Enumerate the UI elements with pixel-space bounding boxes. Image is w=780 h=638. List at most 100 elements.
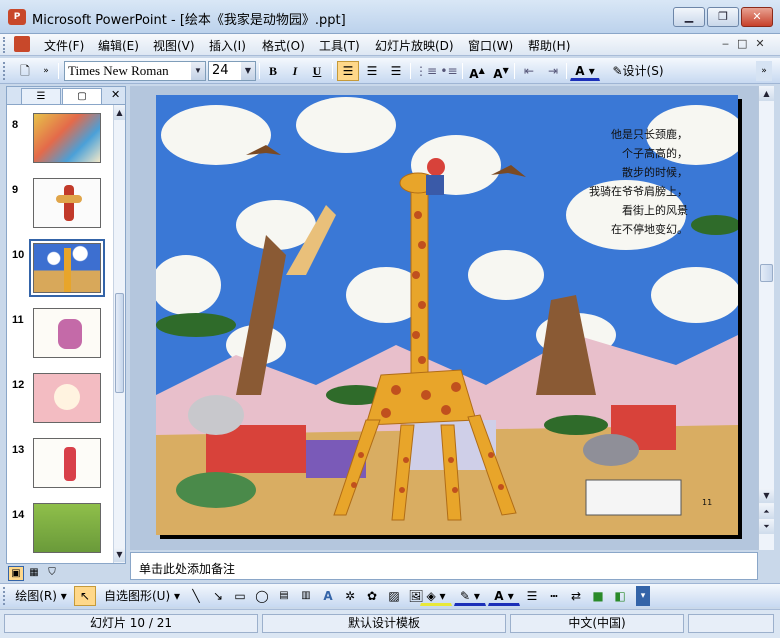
arrow-icon[interactable]: ↘ [208,586,228,606]
slide-scrollbar[interactable]: ▲ ▼ ⏶ ⏷ [758,86,774,550]
fill-color-icon[interactable]: ◈ ▾ [420,586,452,606]
chevron-down-icon[interactable]: ▼ [241,62,255,80]
toolbar-overflow-chevron-icon[interactable]: » [756,61,772,81]
notes-pane[interactable]: 单击此处添加备注 [130,552,758,580]
wordart-icon[interactable]: A [318,586,338,606]
drawing-toolbar: 绘图(R) ▾ ↖ 自选图形(U) ▾ ╲ ↘ ▭ ◯ ▤ ▥ A ✲ ✿ ▨ … [0,583,780,607]
shadow-style-icon[interactable]: ■ [588,586,608,606]
scroll-up-icon[interactable]: ▲ [114,105,125,120]
font-color-icon[interactable]: A ▾ [570,61,600,81]
diagram-icon[interactable]: ✲ [340,586,360,606]
decrease-font-icon[interactable]: A▼ [490,61,512,81]
slide-number: 8 [12,119,19,131]
slide-preview-image [33,438,101,488]
font-color-icon[interactable]: A ▾ [488,586,520,606]
slide-sorter-view-icon[interactable]: ▦ [26,566,42,581]
separator [332,63,333,79]
menu-insert[interactable]: 插入(I) [209,37,246,54]
current-slide[interactable]: 他是只长颈鹿， 个子高高的， 散步的时候， 我骑在爷爷肩膀上， 看街上的风景 在… [156,95,738,535]
slide-number: 12 [12,379,25,391]
scroll-up-icon[interactable]: ▲ [759,86,774,101]
scroll-thumb[interactable] [115,293,124,393]
previous-slide-icon[interactable]: ⏶ [759,504,774,519]
toolbar-grip[interactable] [3,62,6,80]
slideshow-view-icon[interactable]: ⛉ [44,566,60,581]
slide-preview-image [33,178,101,228]
font-size-value: 24 [212,63,229,78]
underline-button[interactable]: U [307,61,327,81]
bulleted-list-icon[interactable]: •≡ [438,61,460,81]
powerpoint-app-icon[interactable]: P [8,9,26,25]
select-pointer-icon[interactable]: ↖ [74,586,96,606]
arrow-style-icon[interactable]: ⇄ [566,586,586,606]
font-size-select[interactable]: 24 ▼ [208,61,256,81]
tab-outline[interactable]: ☰ [21,88,61,104]
draw-menu-button[interactable]: 绘图(R) ▾ [10,586,72,606]
document-window-controls[interactable]: ‒□✕ [722,37,773,50]
design-button[interactable]: ✎设计(S) [606,61,670,81]
menu-help[interactable]: 帮助(H) [528,37,570,54]
oval-icon[interactable]: ◯ [252,586,272,606]
increase-font-icon[interactable]: A▲ [466,61,488,81]
menu-file[interactable]: 文件(F) [44,37,84,54]
slide-number: 10 [12,249,25,261]
line-icon[interactable]: ╲ [186,586,206,606]
slide-thumbnail[interactable]: 11 [7,308,113,368]
slide-thumbnail-selected[interactable]: 10 [7,239,113,303]
menu-edit[interactable]: 编辑(E) [98,37,139,54]
toolbar-grip[interactable] [3,587,6,605]
slide-thumbnail[interactable]: 12 [7,373,113,433]
minimize-button[interactable]: ▁ [673,7,705,27]
rectangle-icon[interactable]: ▭ [230,586,250,606]
menu-format[interactable]: 格式(O) [262,37,305,54]
numbered-list-icon[interactable]: ⋮≡ [414,61,437,81]
slide-preview-image [33,308,101,358]
document-icon[interactable] [14,36,30,52]
align-left-button[interactable]: ☰ [337,61,359,81]
separator [259,63,260,79]
status-bar: 幻灯片 10 / 21 默认设计模板 中文(中国) [0,609,780,638]
scroll-thumb[interactable] [760,264,773,282]
menu-tools[interactable]: 工具(T) [319,37,360,54]
slide-thumbnail[interactable]: 13 [7,438,113,498]
normal-view-icon[interactable]: ▣ [8,566,24,581]
caption-line: 个子高高的， [622,147,688,160]
menu-window[interactable]: 窗口(W) [468,37,513,54]
close-window-button[interactable]: ✕ [741,7,773,27]
autoshapes-menu-button[interactable]: 自选图形(U) ▾ [102,586,182,606]
scroll-down-icon[interactable]: ▼ [759,488,774,503]
textbox-icon[interactable]: ▤ [274,586,294,606]
close-pane-icon[interactable]: ✕ [111,88,120,101]
line-style-icon[interactable]: ☰ [522,586,542,606]
bold-button[interactable]: B [263,61,283,81]
menu-slideshow[interactable]: 幻灯片放映(D) [375,37,454,54]
slide-thumbnail[interactable]: 14 [7,503,113,563]
slide-thumbnail[interactable]: 8 [7,113,113,173]
align-right-button[interactable]: ☰ [385,61,407,81]
slide-position-status: 幻灯片 10 / 21 [4,614,258,633]
font-name-select[interactable]: Times New Roman ▼ [64,61,206,81]
picture-icon[interactable]: ▨ [384,586,404,606]
tab-slides[interactable]: ▢ [62,88,102,104]
toolbar-options-chevron-icon[interactable]: » [40,61,52,81]
next-slide-icon[interactable]: ⏷ [759,519,774,534]
scroll-down-icon[interactable]: ▼ [114,547,125,562]
increase-indent-icon[interactable]: ⇥ [542,61,564,81]
line-color-icon[interactable]: ✎ ▾ [454,586,486,606]
new-document-icon[interactable]: 🗋 [14,61,36,81]
maximize-button[interactable]: ❐ [707,7,739,27]
menu-view[interactable]: 视图(V) [153,37,195,54]
title-bar: P Microsoft PowerPoint - [绘本《我家是动物园》.ppt… [0,0,780,34]
thumbnail-scrollbar[interactable]: ▲ ▼ [113,105,125,563]
3d-style-icon[interactable]: ◧ [610,586,630,606]
menu-grip[interactable] [3,37,11,53]
dash-style-icon[interactable]: ┅ [544,586,564,606]
slide-thumbnail[interactable]: 9 [7,178,113,238]
decrease-indent-icon[interactable]: ⇤ [518,61,540,81]
italic-button[interactable]: I [285,61,305,81]
chevron-down-icon[interactable]: ▼ [191,62,205,80]
toolbar-options-chevron-icon[interactable]: ▾ [636,586,650,606]
vertical-textbox-icon[interactable]: ▥ [296,586,316,606]
align-center-button[interactable]: ☰ [361,61,383,81]
clipart-icon[interactable]: ✿ [362,586,382,606]
